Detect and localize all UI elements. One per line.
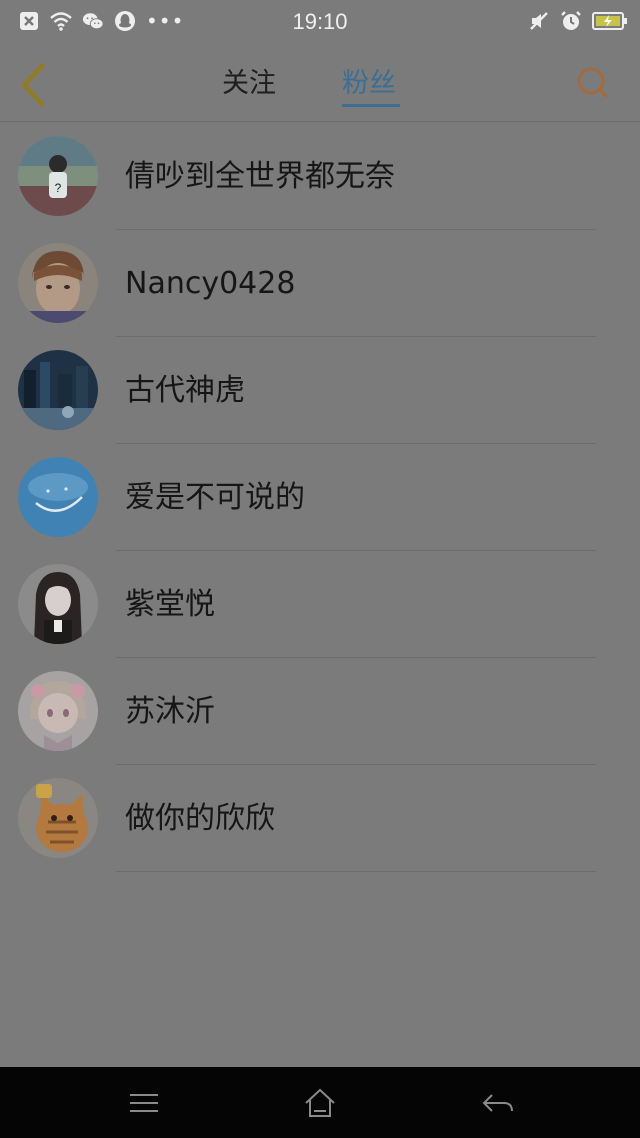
search-icon[interactable] [576,66,610,100]
svg-text:?: ? [55,181,62,195]
fan-name[interactable]: 古代神虎 [125,371,245,411]
system-navbar [0,1067,640,1138]
avatar-blue-smile[interactable] [18,457,98,537]
battery-charging-icon [592,12,627,30]
avatar-girl-track[interactable]: ? [18,136,98,216]
avatar-orange-cat[interactable] [18,778,98,858]
status-right-icons [528,10,628,32]
fan-name[interactable]: 做你的欣欣 [125,799,275,839]
fans-list: ? 倩吵到全世界都无奈 Nancy0428 古代神虎 爱是不可说的 紫堂悦 苏沐… [0,123,640,872]
back-arrow-icon[interactable] [478,1085,518,1121]
tab-fans[interactable]: 粉丝 [342,66,396,106]
fan-name[interactable]: Nancy0428 [125,264,295,304]
menu-icon[interactable] [124,1085,164,1121]
divider [116,871,596,872]
fan-name[interactable]: 爱是不可说的 [125,478,305,518]
tab-follow[interactable]: 关注 [222,66,276,106]
status-bar: ••• 19:10 [0,0,640,44]
fan-name[interactable]: 紫堂悦 [125,585,215,625]
home-icon[interactable] [300,1085,340,1121]
fan-name[interactable]: 苏沐沂 [125,692,215,732]
list-item[interactable]: 紫堂悦 [0,551,640,658]
list-item[interactable]: 苏沐沂 [0,658,640,765]
avatar-night-city[interactable] [18,350,98,430]
header: 关注 粉丝 [0,44,640,122]
alarm-icon [561,11,581,30]
avatar-boy-face[interactable] [18,243,98,323]
avatar-cartoon-girl[interactable] [18,671,98,751]
list-item[interactable]: ? 倩吵到全世界都无奈 [0,123,640,230]
fan-name[interactable]: 倩吵到全世界都无奈 [125,157,395,197]
chevron-left-icon[interactable] [14,62,54,108]
mute-icon [530,12,548,30]
avatar-anime-girl[interactable] [18,564,98,644]
active-tab-indicator [342,104,400,107]
list-item[interactable]: 古代神虎 [0,337,640,444]
list-item[interactable]: Nancy0428 [0,230,640,337]
list-item[interactable]: 做你的欣欣 [0,765,640,872]
list-item[interactable]: 爱是不可说的 [0,444,640,551]
